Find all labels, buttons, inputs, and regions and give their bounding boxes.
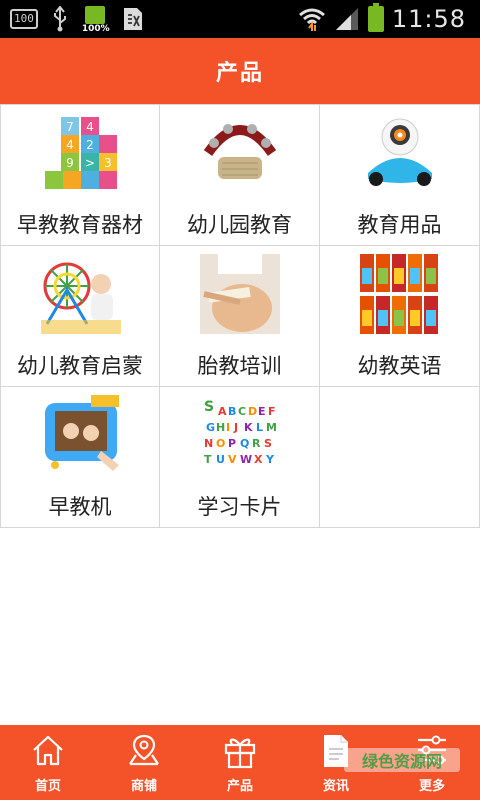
svg-text:T: T xyxy=(204,453,212,466)
clock: 11:58 xyxy=(391,5,466,33)
svg-text:4: 4 xyxy=(86,120,94,134)
svg-text:W: W xyxy=(240,453,252,466)
product-item-preschool-english[interactable]: 幼教英语 xyxy=(320,246,480,387)
svg-text:V: V xyxy=(228,453,237,466)
svg-text:M: M xyxy=(266,421,277,434)
book-set-image xyxy=(360,254,438,334)
svg-text:>: > xyxy=(85,156,95,170)
nav-label: 更多 xyxy=(418,779,445,794)
product-item-early-education-equipment[interactable]: 74 42 9 >3 早教教育器材 xyxy=(0,105,160,246)
nav-label: 资讯 xyxy=(322,779,349,794)
svg-text:K: K xyxy=(244,421,253,434)
svg-text:D: D xyxy=(248,405,257,418)
product-label: 幼儿园教育 xyxy=(187,213,292,237)
map-pin-icon xyxy=(129,734,159,766)
svg-text:R: R xyxy=(252,437,261,450)
svg-text:N: N xyxy=(204,437,213,450)
product-grid: 74 42 9 >3 早教教育器材 幼儿园教育 教育用品 幼儿教育启蒙 胎教培训… xyxy=(0,104,480,528)
svg-text:J: J xyxy=(233,421,238,434)
signal-icon xyxy=(335,8,358,30)
page-title: 产品 xyxy=(215,61,264,86)
svg-text:7: 7 xyxy=(66,120,74,134)
svg-text:G: G xyxy=(206,421,215,434)
usb-icon xyxy=(53,6,66,32)
battery-status-icon: 100% xyxy=(81,4,110,34)
product-label: 幼教英语 xyxy=(357,354,442,378)
svg-text:P: P xyxy=(228,437,236,450)
svg-text:L: L xyxy=(256,421,263,434)
status-bar: 100 100% 11:58 xyxy=(0,0,480,38)
gift-icon xyxy=(224,738,256,769)
svg-text:X: X xyxy=(254,453,263,466)
svg-text:H: H xyxy=(216,421,225,434)
svg-text:B: B xyxy=(228,405,236,418)
svg-text:4: 4 xyxy=(66,138,74,152)
status-bar-left: 100 100% xyxy=(10,4,144,34)
product-label: 教育用品 xyxy=(357,213,442,237)
nav-label: 首页 xyxy=(34,779,61,794)
svg-text:I: I xyxy=(226,421,230,434)
svg-text:9: 9 xyxy=(66,156,74,170)
product-item-learning-cards[interactable]: S ABCDEF GHIJKLM NOPQRS TUVWXY 学习卡片 xyxy=(160,387,320,528)
number-blocks-image: 74 42 9 >3 xyxy=(45,117,117,189)
alphabet-cards-image: S ABCDEF GHIJKLM NOPQRS TUVWXY xyxy=(204,399,277,466)
empty-grid-cell xyxy=(320,387,480,528)
svg-text:Y: Y xyxy=(265,453,275,466)
pregnant-belly-image xyxy=(200,254,280,334)
header-bar: 产品 xyxy=(0,38,480,104)
product-item-kindergarten-education[interactable]: 幼儿园教育 xyxy=(160,105,320,246)
learning-tablet-image xyxy=(45,395,119,471)
notification-count-icon: 100 xyxy=(10,9,38,29)
svg-text:Q: Q xyxy=(240,437,249,450)
svg-text:S: S xyxy=(264,437,272,450)
product-item-early-learning-machine[interactable]: 早教机 xyxy=(0,387,160,528)
svg-text:S: S xyxy=(204,399,214,415)
svg-text:3: 3 xyxy=(104,156,112,170)
home-icon xyxy=(33,735,63,766)
nav-label: 商铺 xyxy=(130,779,157,794)
doc-app-icon xyxy=(123,8,142,30)
svg-text:2: 2 xyxy=(86,138,94,152)
product-label: 胎教培训 xyxy=(197,354,282,378)
svg-text:O: O xyxy=(216,437,225,450)
product-label: 早教机 xyxy=(48,495,112,519)
ferris-wheel-toy-image xyxy=(41,262,121,334)
product-item-education-supplies[interactable]: 教育用品 xyxy=(320,105,480,246)
svg-text:A: A xyxy=(218,405,227,418)
product-item-early-enlightenment[interactable]: 幼儿教育启蒙 xyxy=(0,246,160,387)
product-label: 幼儿教育启蒙 xyxy=(17,354,143,378)
tambourine-image xyxy=(203,124,277,179)
product-label: 早教教育器材 xyxy=(17,213,143,237)
status-bar-right: 11:58 xyxy=(298,3,466,34)
watermark: 绿色资源网 xyxy=(344,748,460,772)
svg-text:U: U xyxy=(216,453,225,466)
battery-icon xyxy=(367,3,384,32)
wifi-icon xyxy=(298,8,325,31)
nav-label: 产品 xyxy=(226,779,253,794)
svg-text:E: E xyxy=(258,405,266,418)
battery-percent: 100% xyxy=(81,24,110,34)
product-item-prenatal-training[interactable]: 胎教培训 xyxy=(160,246,320,387)
nav-item-home[interactable]: 首页 xyxy=(0,725,96,800)
nav-item-shops[interactable]: 商铺 xyxy=(96,725,192,800)
svg-text:C: C xyxy=(238,405,246,418)
nav-item-products[interactable]: 产品 xyxy=(192,725,288,800)
robot-toy-image xyxy=(368,118,432,186)
svg-text:F: F xyxy=(268,405,276,418)
product-label: 学习卡片 xyxy=(197,495,282,519)
